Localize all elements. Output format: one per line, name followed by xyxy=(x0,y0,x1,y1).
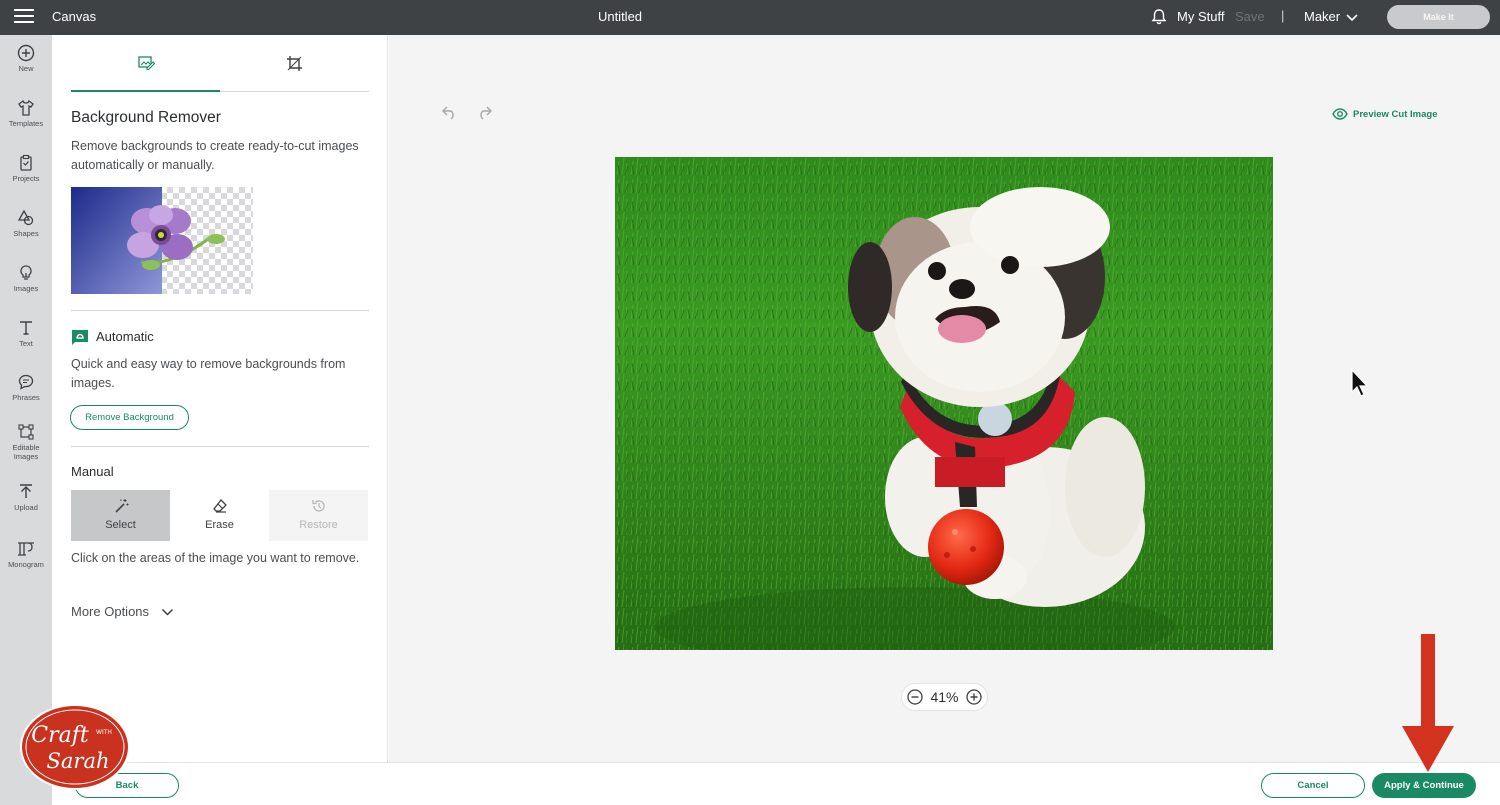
svg-text:Craft: Craft xyxy=(31,723,89,748)
chevron-down-icon[interactable] xyxy=(161,607,174,617)
more-options-toggle[interactable]: More Options xyxy=(71,604,149,619)
annotation-arrow xyxy=(1402,634,1454,772)
undo-icon[interactable] xyxy=(441,104,459,120)
rail-item-phrases[interactable]: Phrases xyxy=(0,373,52,402)
cancel-button[interactable]: Cancel xyxy=(1261,773,1365,798)
svg-text:Sarah: Sarah xyxy=(47,749,110,773)
erase-tool-button[interactable]: Erase xyxy=(170,490,269,541)
rail-item-label: Projects xyxy=(12,174,40,183)
craft-with-sarah-logo: Craft WITH Sarah xyxy=(20,704,130,790)
background-remover-panel: Background Remover Remove backgrounds to… xyxy=(52,35,388,762)
menu-icon[interactable] xyxy=(14,9,34,25)
rail-item-editable-images[interactable]: Editable Images xyxy=(0,423,52,461)
bottom-bar: Back Cancel Apply & Continue xyxy=(52,762,1500,805)
zoom-out-icon[interactable] xyxy=(907,689,923,705)
chevron-down-icon[interactable] xyxy=(1346,12,1358,22)
rail-item-templates[interactable]: Templates xyxy=(0,99,52,128)
restore-tool-label: Restore xyxy=(299,519,338,531)
background-removal-example-image xyxy=(71,187,253,294)
rail-item-label: Monogram xyxy=(8,560,44,569)
document-title[interactable]: Untitled xyxy=(560,9,680,24)
divider: | xyxy=(1281,8,1285,23)
rail-item-label: Images xyxy=(13,284,39,293)
rail-item-label: Shapes xyxy=(13,229,39,238)
rail-item-label: Templates xyxy=(8,119,44,128)
automatic-label: Automatic xyxy=(96,329,154,344)
rail-item-images[interactable]: Images xyxy=(0,264,52,293)
manual-label: Manual xyxy=(71,464,114,479)
crop-icon xyxy=(287,55,302,71)
shapes-icon xyxy=(17,209,34,226)
text-icon xyxy=(20,321,32,335)
panel-description: Remove backgrounds to create ready-to-cu… xyxy=(71,139,359,172)
tab-crop[interactable] xyxy=(220,35,369,92)
rail-item-monogram[interactable]: Monogram xyxy=(0,540,52,569)
rail-item-label: New xyxy=(18,64,34,73)
automatic-icon xyxy=(72,330,88,345)
rail-item-shapes[interactable]: Shapes xyxy=(0,209,52,238)
divider xyxy=(71,446,369,447)
restore-icon xyxy=(311,500,325,512)
shirt-icon xyxy=(18,99,34,116)
save-link[interactable]: Save xyxy=(1235,9,1265,24)
zoom-in-icon[interactable] xyxy=(966,689,982,705)
tab-background-remover[interactable] xyxy=(71,35,220,92)
eye-icon xyxy=(1332,108,1348,120)
uploaded-dog-photo[interactable] xyxy=(615,157,1273,650)
select-tool-label: Select xyxy=(105,519,136,531)
divider xyxy=(71,310,369,311)
rail-item-text[interactable]: Text xyxy=(0,319,52,348)
svg-text:WITH: WITH xyxy=(96,729,112,736)
my-stuff-link[interactable]: My Stuff xyxy=(1177,9,1224,24)
rail-item-new[interactable]: New xyxy=(0,44,52,73)
rail-item-label: Text xyxy=(19,339,33,348)
monogram-icon xyxy=(18,542,34,556)
bell-icon[interactable] xyxy=(1150,8,1168,26)
remove-background-button[interactable]: Remove Background xyxy=(70,405,189,430)
clipboard-icon xyxy=(20,154,32,171)
eraser-icon xyxy=(212,499,227,513)
machine-selector[interactable]: Maker xyxy=(1304,9,1340,24)
apply-continue-button[interactable]: Apply & Continue xyxy=(1372,773,1476,798)
lightbulb-icon xyxy=(20,265,32,280)
rail-item-label: Phrases xyxy=(12,393,40,402)
make-it-button[interactable]: Make It xyxy=(1387,5,1490,29)
app-title: Canvas xyxy=(52,9,97,24)
editable-images-icon xyxy=(18,424,34,440)
plus-circle-icon xyxy=(17,44,35,62)
zoom-control: 41% xyxy=(901,683,988,711)
automatic-description: Quick and easy way to remove backgrounds… xyxy=(71,357,346,390)
rail-item-label: Upload xyxy=(14,503,38,512)
rail-item-projects[interactable]: Projects xyxy=(0,154,52,183)
zoom-level: 41% xyxy=(930,689,959,705)
preview-cut-image-button[interactable]: Preview Cut Image xyxy=(1332,106,1437,122)
preview-cut-image-label: Preview Cut Image xyxy=(1353,108,1438,120)
erase-tool-label: Erase xyxy=(205,519,234,531)
select-tool-button[interactable]: Select xyxy=(71,490,170,541)
image-edit-icon xyxy=(137,55,155,70)
speech-bubble-icon xyxy=(18,374,34,390)
rail-item-label: Editable Images xyxy=(12,443,40,461)
top-bar: Canvas Untitled My Stuff Save | Maker Ma… xyxy=(0,0,1500,35)
restore-tool-button[interactable]: Restore xyxy=(269,490,368,541)
panel-title: Background Remover xyxy=(71,109,221,126)
redo-icon[interactable] xyxy=(475,104,493,120)
upload-icon xyxy=(20,484,32,498)
rail-item-upload[interactable]: Upload xyxy=(0,483,52,512)
mouse-pointer-icon xyxy=(1351,369,1369,397)
magic-wand-icon xyxy=(114,499,128,513)
left-rail: New Templates Projects Shapes Images Tex… xyxy=(0,35,52,805)
manual-description: Click on the areas of the image you want… xyxy=(71,551,360,565)
canvas-area: Preview Cut Image 41% xyxy=(389,35,1500,762)
